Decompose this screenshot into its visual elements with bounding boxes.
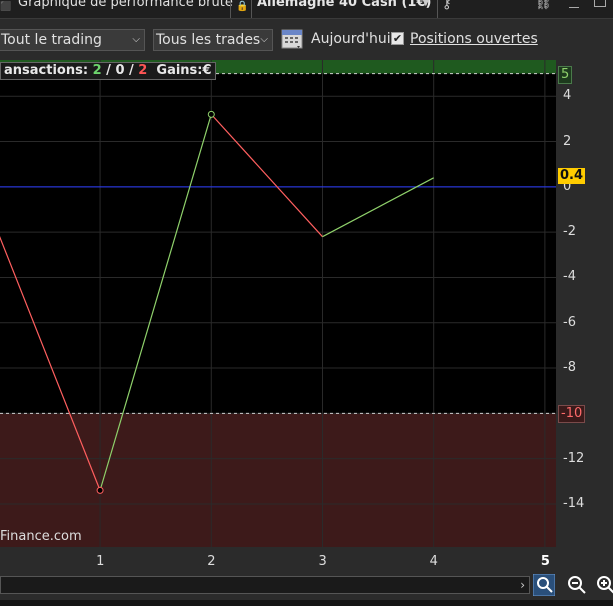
lower-threshold-badge: -10 (558, 405, 586, 424)
zoom-reset-icon[interactable] (533, 574, 555, 596)
performance-chart-icon: ⬛ (0, 2, 12, 12)
x-tick-label: 2 (207, 554, 216, 569)
chevron-down-icon: ⌵ (132, 34, 140, 45)
horizontal-scrollbar[interactable]: › (0, 576, 530, 594)
trading-filter-select[interactable]: Tout le trading ⌵ (0, 29, 145, 51)
min-point-marker (96, 486, 104, 494)
losses-count: 2 (138, 63, 148, 78)
max-point-marker (207, 110, 215, 118)
instrument-selector[interactable]: Allemagne 40 Cash (1€) (257, 0, 431, 10)
minimize-icon[interactable] (569, 0, 579, 8)
trades-filter-select[interactable]: Tous les trades ⌵ (153, 29, 273, 51)
y-tick-label: -2 (563, 224, 576, 240)
zoom-in-icon[interactable] (595, 574, 613, 596)
calendar-icon[interactable] (281, 27, 305, 51)
current-value-badge: 0.4 (558, 167, 586, 184)
wins-count: 2 (92, 63, 102, 78)
summary-prefix: ansactions: (4, 63, 89, 78)
divider (437, 0, 438, 18)
performance-chart (0, 60, 556, 547)
y-tick-label: -6 (563, 314, 576, 330)
open-positions-label[interactable]: Positions ouvertes (410, 31, 538, 47)
trades-filter-value: Tous les trades (156, 32, 261, 48)
y-tick-label: -4 (563, 269, 576, 285)
series-segment (210, 113, 323, 238)
gains-label: Gains:€ (156, 63, 212, 78)
neutral-count: 0 (115, 63, 125, 78)
upper-threshold-badge: 5 (558, 65, 573, 84)
x-tick-label: 3 (318, 554, 327, 569)
trading-filter-value: Tout le trading (1, 32, 102, 48)
y-tick-label: -8 (563, 360, 576, 376)
y-tick-label: 4 (563, 88, 572, 104)
summary-separator: / (129, 63, 134, 78)
transactions-summary: ansactions: 2 / 0 / 2 Gains:€ (0, 62, 216, 80)
watermark: Finance.com (0, 529, 82, 544)
zoom-out-icon[interactable] (566, 574, 588, 596)
x-tick-label: 5 (540, 554, 550, 569)
period-label[interactable]: Aujourd'hui (311, 31, 391, 47)
y-tick-label: -14 (563, 495, 585, 511)
maximize-icon[interactable] (594, 0, 606, 7)
toolbar: Tout le trading ⌵ Tous les trades ⌵ Aujo… (0, 19, 613, 60)
lower-threshold-zone (0, 413, 556, 547)
chevron-down-icon[interactable]: ▼ (422, 0, 430, 8)
window-title: Graphique de performance brute (18, 0, 233, 10)
plot-area (0, 60, 556, 547)
x-axis[interactable] (0, 547, 613, 575)
y-tick-label: -12 (563, 450, 585, 466)
key-icon[interactable]: ⚷ (442, 0, 452, 12)
divider (251, 0, 252, 18)
divider (230, 0, 231, 18)
bottom-strip (0, 600, 613, 606)
x-tick-label: 1 (96, 554, 105, 569)
title-bar: ⬛ Graphique de performance brute 🔒 Allem… (0, 0, 613, 19)
summary-separator: / (106, 63, 111, 78)
x-tick-label: 4 (429, 554, 438, 569)
scroll-right-icon[interactable]: › (520, 577, 525, 593)
open-positions-checkbox[interactable]: ✔ (391, 32, 404, 45)
chevron-down-icon: ⌵ (260, 34, 268, 45)
lock-icon[interactable]: 🔒 (236, 0, 248, 14)
y-tick-label: 2 (563, 133, 572, 149)
network-icon[interactable]: ⛓ (535, 0, 552, 11)
